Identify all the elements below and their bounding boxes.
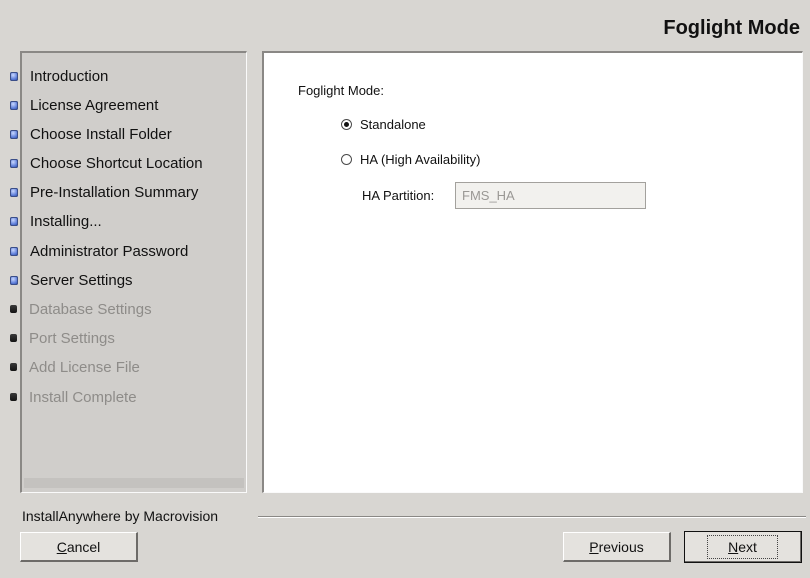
step-installing: Installing... [10, 209, 102, 233]
step-introduction: Introduction [10, 64, 108, 88]
step-install-complete: Install Complete [10, 385, 137, 409]
next-button[interactable]: Next [684, 531, 802, 563]
step-bullet-icon [10, 129, 18, 139]
step-bullet-icon [10, 158, 18, 168]
radio-label[interactable]: HA (High Availability) [360, 152, 480, 167]
step-bullet-icon [10, 216, 18, 226]
step-label: Port Settings [29, 329, 115, 347]
previous-button[interactable]: Previous [563, 532, 671, 562]
step-label: License Agreement [30, 96, 159, 114]
step-label: Introduction [30, 67, 109, 85]
cancel-button-label: Cancel [56, 538, 101, 555]
radio-checked-icon[interactable] [341, 118, 352, 130]
step-label: Install Complete [29, 388, 137, 406]
step-bullet-icon [10, 275, 18, 285]
radio-standalone[interactable]: Standalone [341, 115, 426, 133]
step-bullet-icon [10, 393, 17, 401]
step-port-settings: Port Settings [10, 326, 115, 350]
step-bullet-icon [10, 334, 17, 342]
step-bullet-icon [10, 305, 17, 313]
footer-separator [258, 516, 806, 518]
step-label: Installing... [30, 212, 102, 230]
ha-partition-label: HA Partition: [362, 188, 435, 203]
step-label: Administrator Password [30, 242, 189, 260]
next-button-label: Next [728, 538, 757, 555]
step-label: Server Settings [30, 271, 133, 289]
step-server-settings: Server Settings [10, 268, 133, 292]
step-label: Add License File [29, 358, 140, 376]
radio-unchecked-icon[interactable] [341, 153, 352, 165]
step-label: Choose Install Folder [30, 125, 172, 143]
step-administrator-password: Administrator Password [10, 239, 188, 263]
previous-button-label: Previous [589, 538, 644, 555]
ha-partition-input[interactable] [455, 182, 646, 209]
step-database-settings: Database Settings [10, 297, 152, 321]
step-label: Choose Shortcut Location [30, 154, 203, 172]
step-choose-install-folder: Choose Install Folder [10, 122, 172, 146]
header-bar: Foglight Mode [0, 0, 810, 44]
step-bullet-icon [10, 71, 18, 81]
step-bullet-icon [10, 187, 18, 197]
foglight-mode-label: Foglight Mode: [298, 83, 384, 98]
step-pre-installation-summary: Pre-Installation Summary [10, 180, 198, 204]
radio-high-availability[interactable]: HA (High Availability) [341, 150, 480, 168]
step-bullet-icon [10, 246, 18, 256]
step-bullet-icon [10, 100, 18, 110]
cancel-button[interactable]: Cancel [20, 532, 138, 562]
step-bullet-icon [10, 363, 17, 371]
step-label: Database Settings [29, 300, 152, 318]
step-label: Pre-Installation Summary [30, 183, 199, 201]
step-add-license-file: Add License File [10, 355, 140, 379]
radio-label[interactable]: Standalone [360, 117, 426, 132]
vendor-label: InstallAnywhere by Macrovision [22, 508, 219, 524]
step-license-agreement: License Agreement [10, 93, 158, 117]
steps-scroll-strip [24, 478, 244, 488]
next-button-focus-ring: Next [707, 534, 778, 559]
step-choose-shortcut-location: Choose Shortcut Location [10, 151, 203, 175]
page-title: Foglight Mode [663, 17, 800, 39]
